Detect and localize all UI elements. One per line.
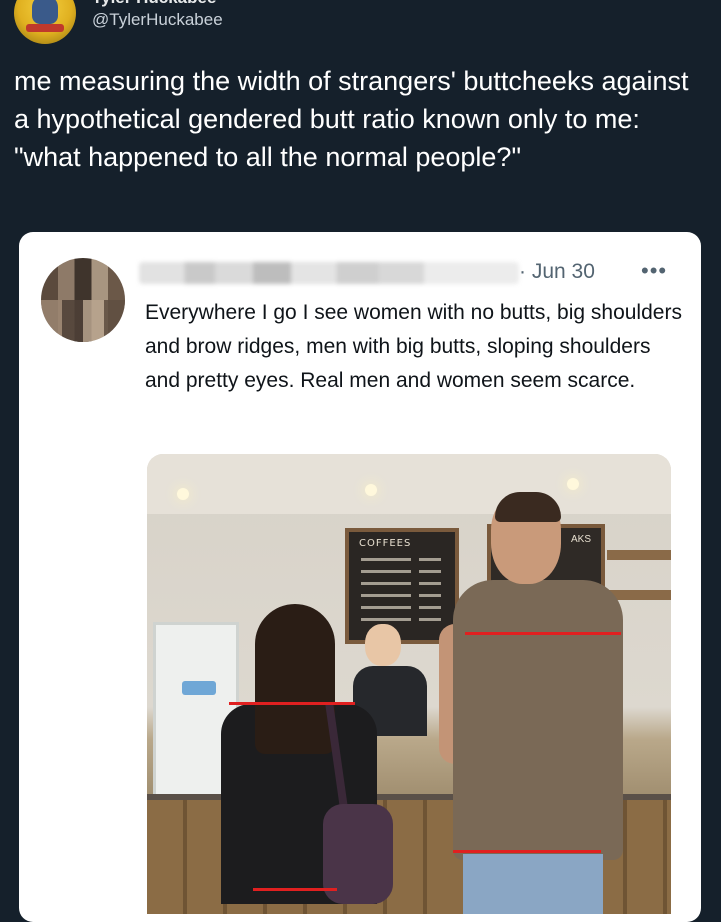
ceiling (147, 454, 671, 514)
tweet-text: me measuring the width of strangers' but… (14, 66, 689, 172)
menu-board-title: COFFEES (359, 538, 412, 549)
more-options-icon[interactable]: ••• (641, 258, 667, 284)
shoulder-line-man (465, 632, 621, 635)
shoulder-line-woman (229, 702, 355, 705)
man-figure (453, 580, 623, 860)
menu-board: COFFEES (345, 528, 459, 644)
menu-board-2-title: AKS (571, 534, 592, 545)
door-sign (182, 681, 216, 695)
quoted-tweet-card[interactable]: · Jun 30 ••• Everywhere I go I see women… (19, 232, 701, 922)
quoted-tweet-photo[interactable]: COFFEES AKS (147, 454, 671, 914)
quoted-tweet-date[interactable]: · Jun 30 (519, 260, 595, 284)
woman-hair (255, 604, 335, 754)
hip-line-woman (253, 888, 337, 891)
avatar-banner (26, 24, 64, 32)
avatar-face (32, 0, 58, 24)
ceiling-light (177, 488, 189, 500)
ceiling-light (365, 484, 377, 496)
barista-head (365, 624, 401, 666)
author-avatar[interactable] (14, 0, 76, 44)
author-display-name[interactable]: Tyler Huckabee (92, 0, 216, 8)
ceiling-light (567, 478, 579, 490)
author-handle[interactable]: @TylerHuckabee (92, 10, 223, 30)
man-jeans (463, 854, 603, 914)
hip-line-man (453, 850, 601, 853)
quoted-author-avatar-pixelated[interactable] (41, 258, 125, 342)
tweet-header: Tyler Huckabee @TylerHuckabee (0, 0, 721, 50)
man-hair (495, 492, 561, 522)
quoted-author-name-blurred (139, 262, 519, 284)
pixelation-block (41, 300, 125, 342)
shelf (607, 550, 671, 560)
quoted-tweet-text: Everywhere I go I see women with no butt… (145, 301, 682, 392)
